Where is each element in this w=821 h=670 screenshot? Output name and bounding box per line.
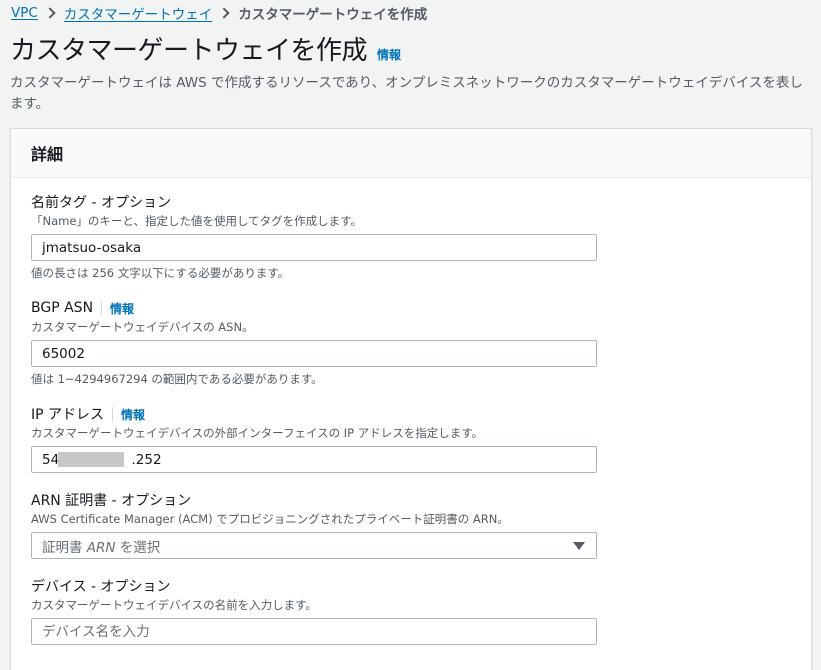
- ip-address-value-suffix: .252: [131, 451, 162, 468]
- breadcrumb: VPC カスタマーゲートウェイ カスタマーゲートウェイを作成: [11, 2, 427, 24]
- name-tag-label: 名前タグ - オプション: [31, 195, 171, 211]
- device-field: デバイス - オプション カスタマーゲートウェイデバイスの名前を入力します。: [31, 576, 597, 645]
- panel-header: 詳細: [11, 129, 811, 178]
- page-header: カスタマーゲートウェイを作成 情報: [10, 34, 401, 68]
- page-title: カスタマーゲートウェイを作成: [10, 36, 368, 66]
- label-divider: [112, 407, 114, 421]
- name-tag-constraint: 値の長さは 256 文字以下にする必要があります。: [31, 266, 290, 280]
- chevron-right-icon: [212, 5, 238, 21]
- label-divider: [101, 301, 103, 315]
- arn-certificate-select[interactable]: 証明書 ARN を選択: [31, 532, 597, 559]
- arn-certificate-field: ARN 証明書 - オプション AWS Certificate Manager …: [31, 490, 597, 559]
- name-tag-input[interactable]: [31, 234, 597, 261]
- bgp-asn-label: BGP ASN: [31, 300, 94, 316]
- device-name-input[interactable]: [31, 618, 597, 645]
- device-label: デバイス - オプション: [31, 579, 171, 595]
- chevron-right-icon: [38, 5, 64, 21]
- device-description: カスタマーゲートウェイデバイスの名前を入力します。: [31, 598, 318, 612]
- redaction-block: [58, 452, 124, 467]
- details-panel: 詳細 名前タグ - オプション 「Name」のキーと、指定した値を使用してタグを…: [10, 128, 812, 670]
- arn-certificate-label: ARN 証明書 - オプション: [31, 493, 192, 509]
- breadcrumb-link-vpc[interactable]: VPC: [11, 5, 38, 21]
- ip-address-info-link[interactable]: 情報: [121, 406, 145, 423]
- bgp-asn-constraint: 値は 1~4294967294 の範囲内である必要があります。: [31, 372, 323, 386]
- name-tag-field: 名前タグ - オプション 「Name」のキーと、指定した値を使用してタグを作成し…: [31, 192, 597, 281]
- caret-down-icon: [573, 542, 585, 550]
- page-info-link[interactable]: 情報: [377, 46, 401, 63]
- breadcrumb-link-customer-gateways[interactable]: カスタマーゲートウェイ: [64, 3, 213, 23]
- bgp-asn-info-link[interactable]: 情報: [110, 300, 134, 317]
- breadcrumb-current: カスタマーゲートウェイを作成: [238, 7, 428, 23]
- bgp-asn-description: カスタマーゲートウェイデバイスの ASN。: [31, 320, 254, 334]
- ip-address-input-wrapper: 54. .252: [31, 446, 597, 473]
- ip-address-field: IP アドレス 情報 カスタマーゲートウェイデバイスの外部インターフェイスの I…: [31, 404, 597, 473]
- bgp-asn-input[interactable]: [31, 340, 597, 367]
- bgp-asn-field: BGP ASN 情報 カスタマーゲートウェイデバイスの ASN。 値は 1~42…: [31, 298, 597, 387]
- arn-certificate-description: AWS Certificate Manager (ACM) でプロビジョニングさ…: [31, 512, 509, 526]
- ip-address-label: IP アドレス: [31, 407, 105, 423]
- ip-address-description: カスタマーゲートウェイデバイスの外部インターフェイスの IP アドレスを指定しま…: [31, 426, 484, 440]
- name-tag-description: 「Name」のキーと、指定した値を使用してタグを作成します。: [31, 214, 362, 228]
- panel-title: 詳細: [31, 145, 64, 164]
- arn-certificate-placeholder: 証明書 ARN を選択: [42, 539, 161, 556]
- page-description: カスタマーゲートウェイは AWS で作成するリソースであり、オンプレミスネットワ…: [10, 75, 803, 112]
